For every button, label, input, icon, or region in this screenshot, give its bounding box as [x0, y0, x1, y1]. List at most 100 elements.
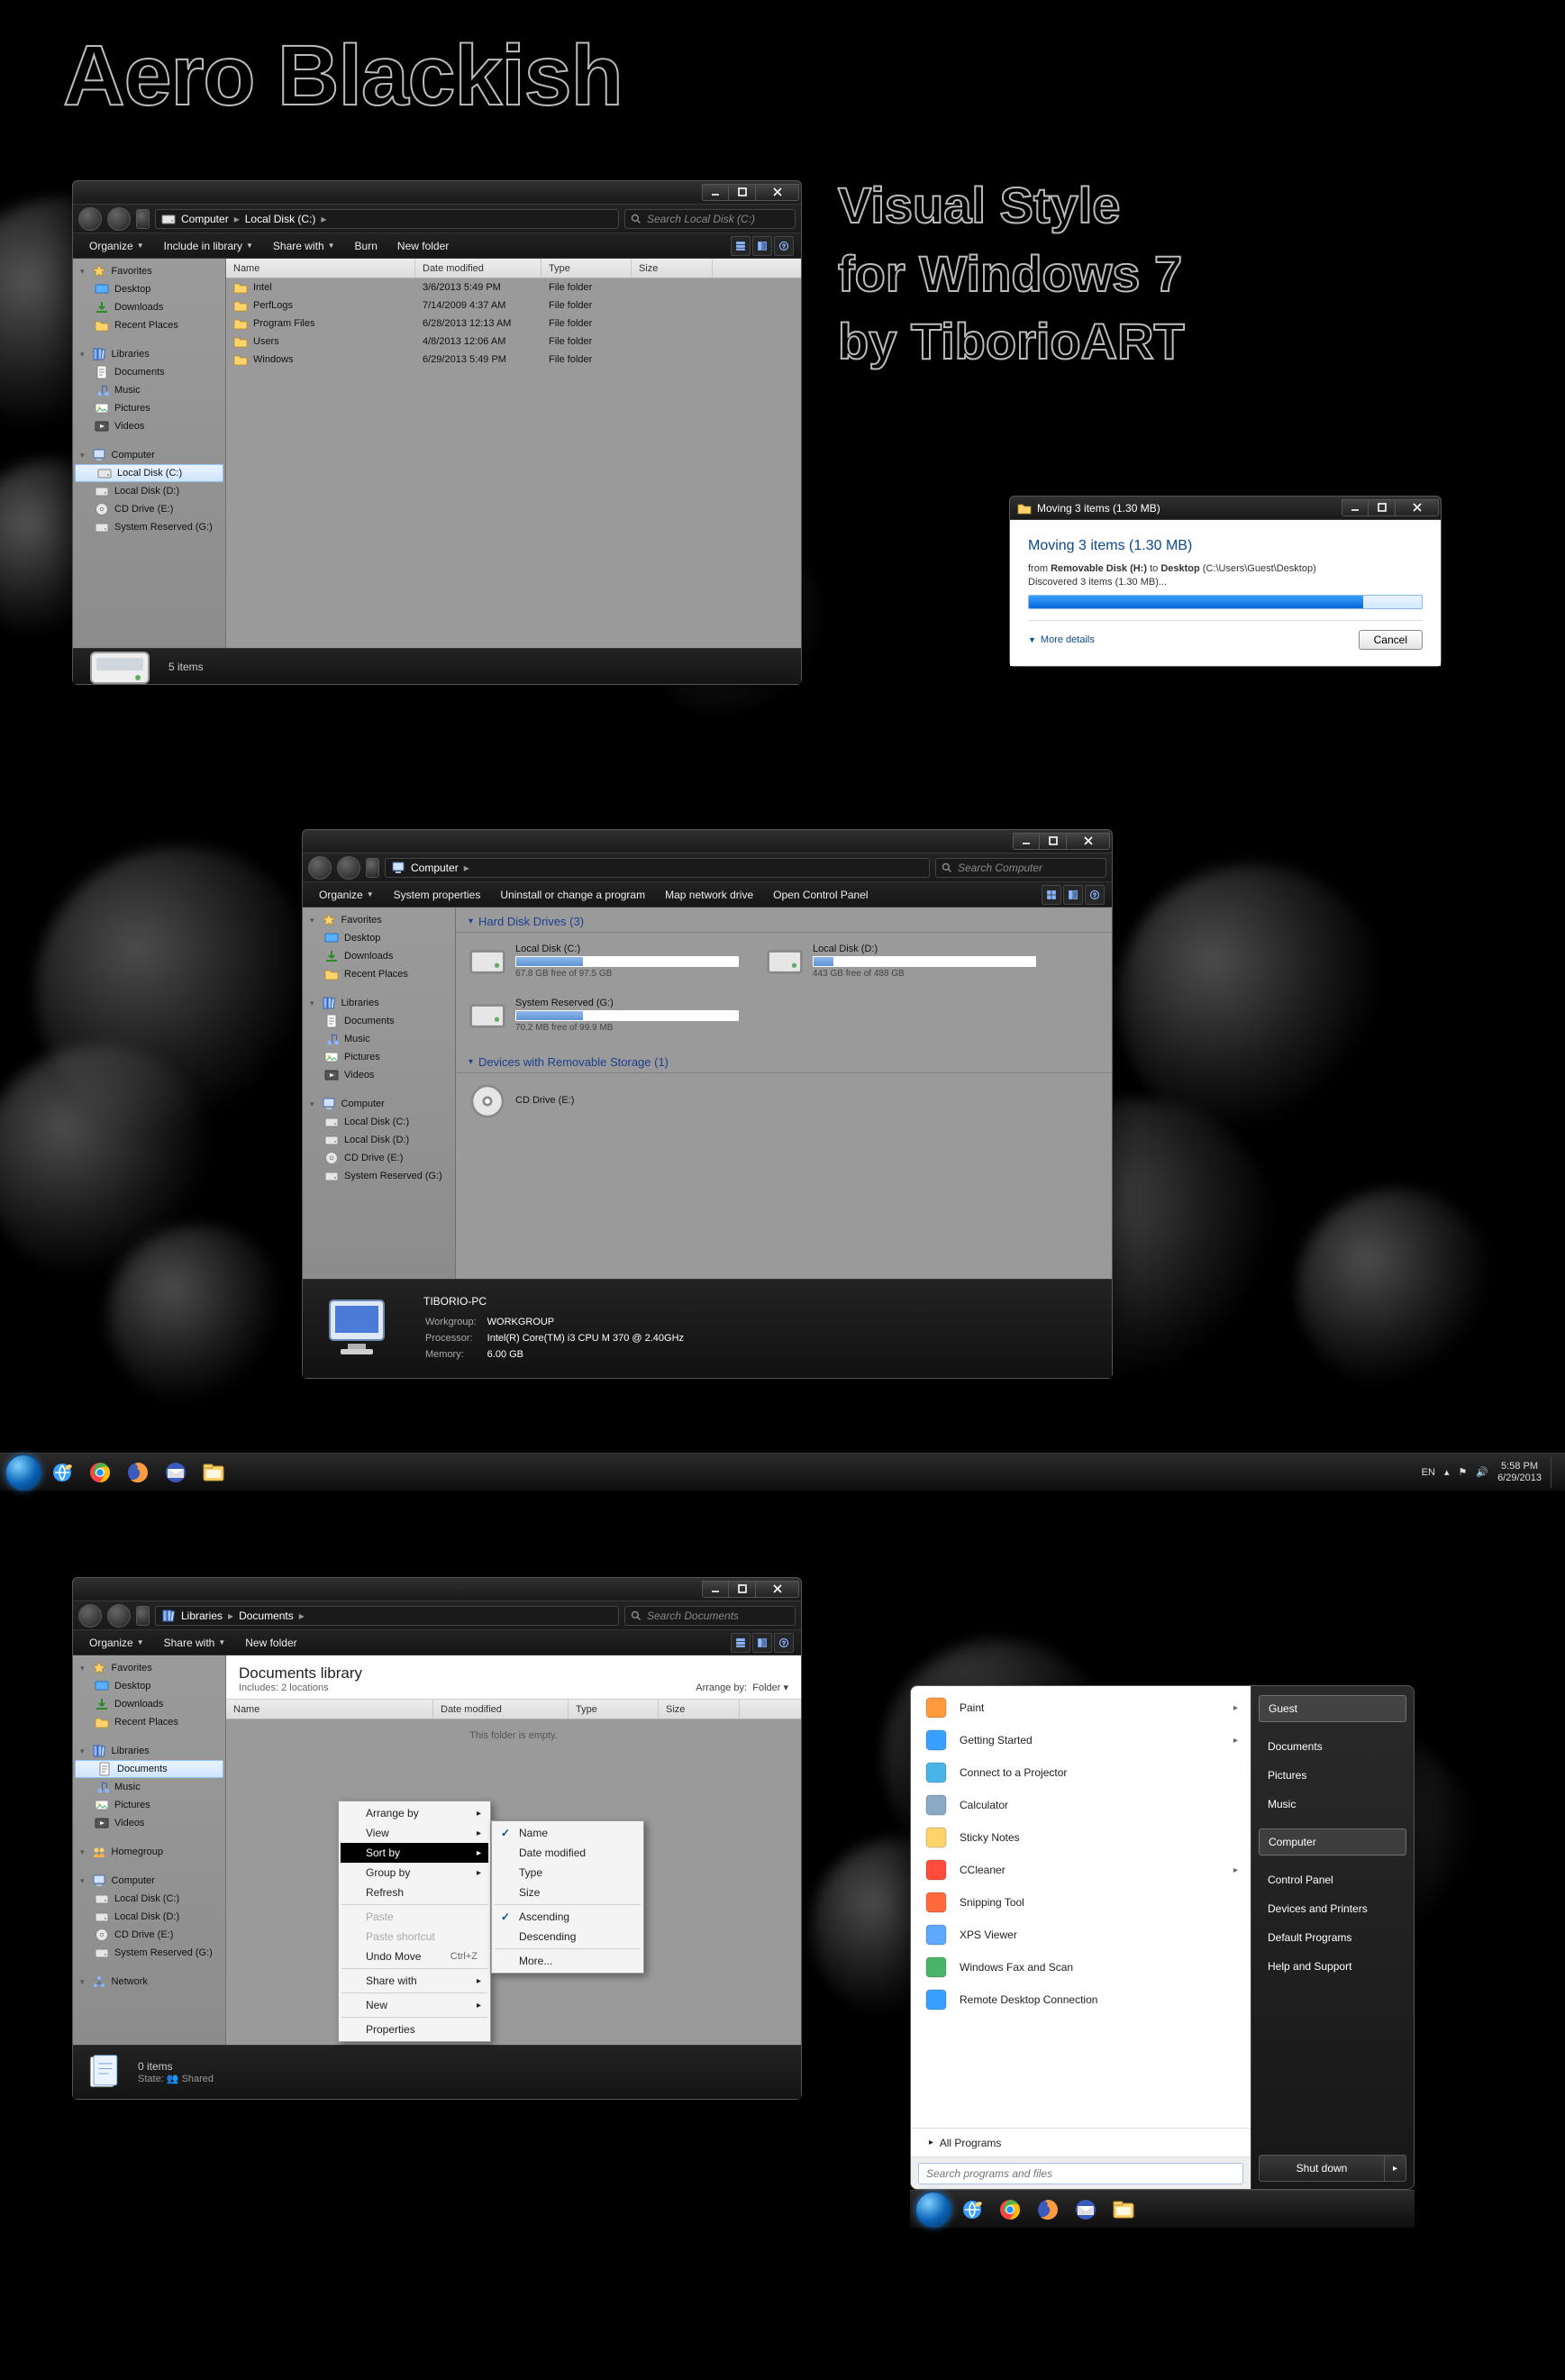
- search-input[interactable]: Search Documents: [624, 1606, 796, 1626]
- tray-volume-icon[interactable]: 🔊: [1476, 1466, 1488, 1478]
- sidebar-item[interactable]: Recent Places: [73, 316, 225, 334]
- sidebar-section[interactable]: ▾Favorites: [73, 262, 225, 280]
- sidebar-item[interactable]: Pictures: [73, 399, 225, 417]
- menu-item[interactable]: Type: [494, 1863, 641, 1883]
- start-right-item[interactable]: Default Programs: [1259, 1924, 1406, 1951]
- col-date[interactable]: Date modified: [433, 1700, 569, 1719]
- menu-item[interactable]: Arrange by ▸: [341, 1803, 488, 1823]
- cancel-button[interactable]: Cancel: [1359, 630, 1423, 650]
- drive-item[interactable]: Local Disk (D:) 443 GB free of 488 GB: [766, 942, 1036, 980]
- sidebar-section[interactable]: ▾Computer: [73, 446, 225, 464]
- drive-item[interactable]: System Reserved (G:) 70.2 MB free of 99.…: [469, 996, 739, 1034]
- show-desktop-button[interactable]: [1551, 1457, 1560, 1488]
- close-button[interactable]: [756, 184, 799, 201]
- sidebar-item[interactable]: Local Disk (C:): [73, 1890, 225, 1908]
- taskbar-ie-icon[interactable]: [45, 1457, 79, 1488]
- sidebar-item[interactable]: Desktop: [73, 1677, 225, 1695]
- sidebar-item[interactable]: CD Drive (E:): [303, 1149, 455, 1167]
- sidebar-item[interactable]: Pictures: [73, 1796, 225, 1814]
- map-network-button[interactable]: Map network drive: [656, 886, 762, 904]
- menu-item[interactable]: ✓Ascending: [494, 1907, 641, 1927]
- menu-item[interactable]: Size: [494, 1883, 641, 1902]
- sidebar-item[interactable]: Local Disk (D:): [73, 482, 225, 500]
- menu-item[interactable]: Group by ▸: [341, 1863, 488, 1883]
- sidebar-item[interactable]: Documents: [75, 1760, 223, 1778]
- sidebar-item[interactable]: Documents: [303, 1012, 455, 1030]
- titlebar[interactable]: [73, 181, 801, 205]
- start-program-item[interactable]: Remote Desktop Connection: [914, 1983, 1247, 2016]
- menu-item[interactable]: View ▸: [341, 1823, 488, 1843]
- start-program-item[interactable]: Calculator: [914, 1789, 1247, 1821]
- sidebar-item[interactable]: Recent Places: [73, 1713, 225, 1731]
- start-button[interactable]: [5, 1454, 41, 1491]
- minimize-button[interactable]: [702, 184, 729, 201]
- arrange-by[interactable]: Arrange by: Folder ▾: [696, 1682, 788, 1693]
- sidebar-item[interactable]: System Reserved (G:): [303, 1167, 455, 1185]
- start-right-item[interactable]: Guest: [1259, 1695, 1406, 1722]
- forward-button[interactable]: [337, 856, 360, 880]
- language-indicator[interactable]: EN: [1422, 1467, 1435, 1478]
- sidebar-item[interactable]: Videos: [303, 1066, 455, 1084]
- sidebar-item[interactable]: System Reserved (G:): [73, 1944, 225, 1962]
- new-folder-button[interactable]: New folder: [236, 1634, 305, 1652]
- sidebar-item[interactable]: Videos: [73, 417, 225, 435]
- all-programs-button[interactable]: ▸ All Programs: [911, 2128, 1251, 2157]
- nav-pane[interactable]: ▾FavoritesDesktopDownloadsRecent Places ▾…: [73, 1655, 226, 2045]
- sidebar-item[interactable]: Music: [73, 1778, 225, 1796]
- preview-pane-button[interactable]: [752, 1633, 772, 1653]
- history-dropdown[interactable]: [136, 209, 150, 229]
- start-program-item[interactable]: Connect to a Projector: [914, 1756, 1247, 1789]
- minimize-button[interactable]: [702, 1581, 729, 1598]
- nav-pane[interactable]: ▾FavoritesDesktopDownloadsRecent Places▾…: [73, 259, 226, 648]
- minimize-button[interactable]: [1342, 499, 1369, 516]
- sidebar-item[interactable]: CD Drive (E:): [73, 1926, 225, 1944]
- menu-item[interactable]: Refresh: [341, 1883, 488, 1902]
- maximize-button[interactable]: [1040, 833, 1067, 850]
- sidebar-item[interactable]: Videos: [73, 1814, 225, 1832]
- share-with-button[interactable]: Share with▼: [264, 237, 344, 255]
- start-right-item[interactable]: Help and Support: [1259, 1953, 1406, 1980]
- view-button[interactable]: [1042, 885, 1061, 905]
- sidebar-item[interactable]: Local Disk (D:): [73, 1908, 225, 1926]
- system-properties-button[interactable]: System properties: [385, 886, 490, 904]
- organize-button[interactable]: Organize▼: [80, 237, 153, 255]
- menu-item[interactable]: New ▸: [341, 1995, 488, 2015]
- history-dropdown[interactable]: [366, 858, 379, 878]
- context-submenu-sort[interactable]: ✓Name Date modified Type Size ✓Ascending…: [491, 1820, 644, 1974]
- sidebar-item[interactable]: System Reserved (G:): [73, 518, 225, 536]
- drive-item[interactable]: Local Disk (C:) 67.8 GB free of 97.5 GB: [469, 942, 739, 980]
- sidebar-section[interactable]: ▾Homegroup: [73, 1843, 225, 1861]
- close-button[interactable]: [756, 1581, 799, 1598]
- sidebar-item[interactable]: Downloads: [73, 1695, 225, 1713]
- start-program-item[interactable]: Paint▸: [914, 1692, 1247, 1724]
- start-menu[interactable]: Paint▸ Getting Started▸ Connect to a Pro…: [910, 1685, 1415, 2190]
- sidebar-item[interactable]: Desktop: [73, 280, 225, 298]
- start-right-item[interactable]: Pictures: [1259, 1762, 1406, 1789]
- sidebar-section[interactable]: ▾Favorites: [73, 1659, 225, 1677]
- titlebar[interactable]: Moving 3 items (1.30 MB): [1010, 497, 1441, 520]
- taskbar[interactable]: [910, 2190, 1415, 2228]
- sidebar-section[interactable]: ▾Computer: [73, 1872, 225, 1890]
- view-button[interactable]: [731, 236, 751, 256]
- col-size[interactable]: Size: [632, 259, 713, 278]
- share-with-button[interactable]: Share with▼: [155, 1634, 235, 1652]
- taskbar-explorer-icon[interactable]: [1106, 2194, 1141, 2225]
- file-list[interactable]: Name Date modified Type Size Intel 3/6/2…: [226, 259, 801, 648]
- start-program-item[interactable]: Snipping Tool: [914, 1886, 1247, 1919]
- start-search-input[interactable]: [918, 2163, 1243, 2184]
- organize-button[interactable]: Organize▼: [80, 1634, 153, 1652]
- start-program-item[interactable]: XPS Viewer: [914, 1919, 1247, 1951]
- menu-item[interactable]: Descending: [494, 1927, 641, 1947]
- minimize-button[interactable]: [1013, 833, 1040, 850]
- col-name[interactable]: Name: [226, 1700, 433, 1719]
- titlebar[interactable]: [303, 830, 1112, 853]
- back-button[interactable]: [308, 856, 332, 880]
- help-button[interactable]: ?: [1085, 885, 1105, 905]
- sidebar-section[interactable]: ▾Libraries: [73, 1742, 225, 1760]
- taskbar-explorer-icon[interactable]: [196, 1457, 231, 1488]
- sidebar-section[interactable]: ▾Network: [73, 1973, 225, 1991]
- uninstall-button[interactable]: Uninstall or change a program: [491, 886, 654, 904]
- shutdown-options[interactable]: ▸: [1385, 2155, 1406, 2182]
- close-button[interactable]: [1067, 833, 1110, 850]
- file-row[interactable]: Windows 6/29/2013 5:49 PM File folder: [226, 351, 801, 369]
